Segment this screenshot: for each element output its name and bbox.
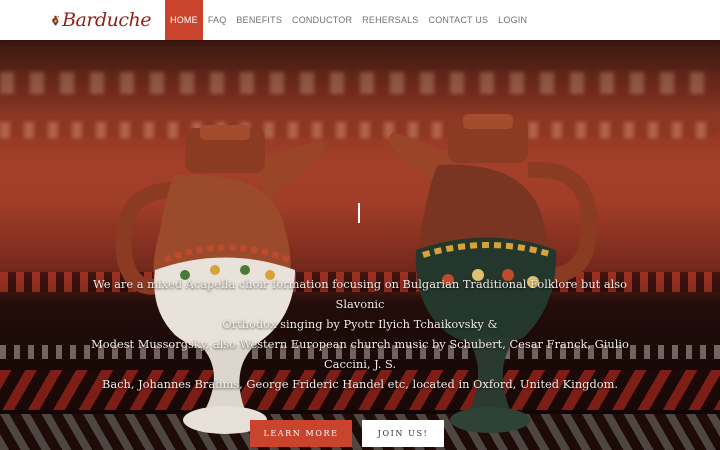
text-cursor xyxy=(358,203,360,223)
navbar: Barduche HOME FAQ BENEFITS CONDUCTOR REH… xyxy=(0,0,720,40)
hero-line: Orthodox singing by Pyotr Ilyich Tchaiko… xyxy=(222,317,498,331)
jug-logo-icon xyxy=(52,15,60,26)
main-nav: HOME FAQ BENEFITS CONDUCTOR REHERSALS CO… xyxy=(165,0,532,40)
nav-conductor[interactable]: CONDUCTOR xyxy=(287,0,357,40)
nav-contact-us[interactable]: CONTACT US xyxy=(424,0,494,40)
nav-login[interactable]: LOGIN xyxy=(493,0,532,40)
join-us-button[interactable]: JOIN US! xyxy=(362,420,444,447)
hero-line: We are a mixed Acapella choir formation … xyxy=(92,277,628,311)
nav-home[interactable]: HOME xyxy=(165,0,203,40)
hero-section: We are a mixed Acapella choir formation … xyxy=(0,40,720,450)
learn-more-button[interactable]: LEARN MORE xyxy=(250,420,352,447)
hero-description: We are a mixed Acapella choir formation … xyxy=(80,274,640,394)
hero-line: Modest Mussorgsky, also Western European… xyxy=(91,337,629,371)
nav-faq[interactable]: FAQ xyxy=(203,0,232,40)
brand-name: Barduche xyxy=(62,9,151,31)
brand-logo[interactable]: Barduche xyxy=(51,2,151,38)
hero-line: Bach, Johannes Brahms, George Frideric H… xyxy=(101,377,619,391)
nav-benefits[interactable]: BENEFITS xyxy=(231,0,287,40)
nav-rehersals[interactable]: REHERSALS xyxy=(357,0,423,40)
textile-band xyxy=(0,72,720,94)
